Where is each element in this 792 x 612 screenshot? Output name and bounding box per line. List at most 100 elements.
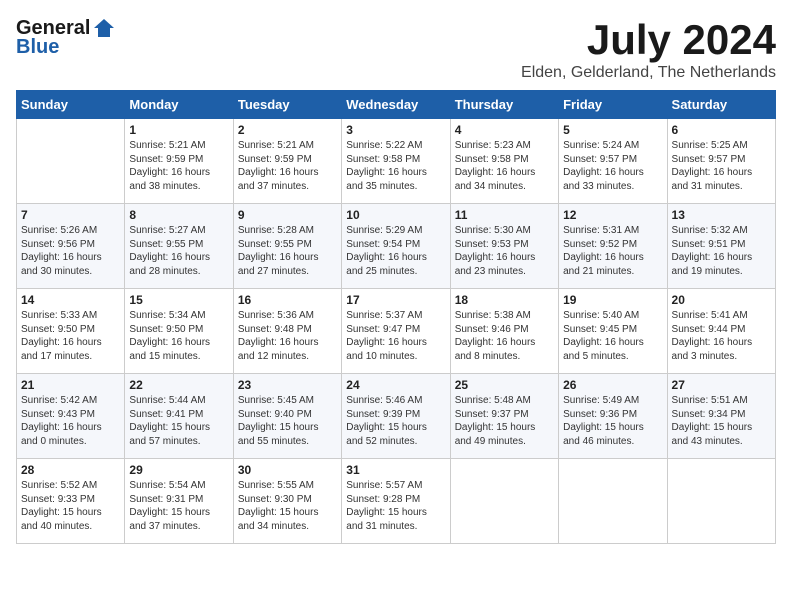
day-number: 19 bbox=[563, 293, 662, 307]
calendar-cell: 12Sunrise: 5:31 AM Sunset: 9:52 PM Dayli… bbox=[559, 204, 667, 289]
calendar-cell bbox=[17, 119, 125, 204]
day-info: Sunrise: 5:52 AM Sunset: 9:33 PM Dayligh… bbox=[21, 479, 120, 533]
calendar-cell: 24 Sunrise: 5:46 AM Sunset: 9:39 PM Dayli… bbox=[342, 374, 450, 459]
day-number: 27 bbox=[672, 378, 771, 392]
calendar-cell: 21 Sunrise: 5:42 AM Sunset: 9:43 PM Dayli… bbox=[17, 374, 125, 459]
calendar-cell: 5 Sunrise: 5:24 AM Sunset: 9:57 PM Daylig… bbox=[559, 119, 667, 204]
day-info: Sunrise: 5:48 AM Sunset: 9:37 PM Dayligh… bbox=[455, 394, 554, 448]
day-info: Sunrise: 5:37 AM Sunset: 9:47 PM Dayligh… bbox=[346, 309, 445, 363]
calendar-cell: 10 Sunrise: 5:29 AM Sunset: 9:54 PM Dayli… bbox=[342, 204, 450, 289]
weekday-header-wednesday: Wednesday bbox=[342, 91, 450, 119]
day-info: Sunrise: 5:49 AM Sunset: 9:36 PM Dayligh… bbox=[563, 394, 662, 448]
weekday-header-monday: Monday bbox=[125, 91, 233, 119]
weekday-header-sunday: Sunday bbox=[17, 91, 125, 119]
day-number: 11 bbox=[455, 208, 554, 222]
calendar-cell: 18 Sunrise: 5:38 AM Sunset: 9:46 PM Dayli… bbox=[450, 289, 558, 374]
calendar-cell: 16 Sunrise: 5:36 AM Sunset: 9:48 PM Dayli… bbox=[233, 289, 341, 374]
day-number: 10 bbox=[346, 208, 445, 222]
day-number: 31 bbox=[346, 463, 445, 477]
calendar-cell bbox=[559, 459, 667, 544]
day-info: Sunrise: 5:33 AM Sunset: 9:50 PM Dayligh… bbox=[21, 309, 120, 363]
calendar-cell: 30 Sunrise: 5:55 AM Sunset: 9:30 PM Dayli… bbox=[233, 459, 341, 544]
day-info: Sunrise: 5:29 AM Sunset: 9:54 PM Dayligh… bbox=[346, 224, 445, 278]
calendar-cell: 20 Sunrise: 5:41 AM Sunset: 9:44 PM Dayli… bbox=[667, 289, 775, 374]
day-info: Sunrise: 5:57 AM Sunset: 9:28 PM Dayligh… bbox=[346, 479, 445, 533]
day-info: Sunrise: 5:24 AM Sunset: 9:57 PM Dayligh… bbox=[563, 139, 662, 193]
day-info: Sunrise: 5:40 AM Sunset: 9:45 PM Dayligh… bbox=[563, 309, 662, 363]
calendar-cell: 9Sunrise: 5:28 AM Sunset: 9:55 PM Daylig… bbox=[233, 204, 341, 289]
day-info: Sunrise: 5:21 AM Sunset: 9:59 PM Dayligh… bbox=[238, 139, 337, 193]
calendar-cell: 11Sunrise: 5:30 AM Sunset: 9:53 PM Dayli… bbox=[450, 204, 558, 289]
calendar-cell bbox=[667, 459, 775, 544]
day-info: Sunrise: 5:26 AM Sunset: 9:56 PM Dayligh… bbox=[21, 224, 120, 278]
day-info: Sunrise: 5:41 AM Sunset: 9:44 PM Dayligh… bbox=[672, 309, 771, 363]
calendar-cell: 17Sunrise: 5:37 AM Sunset: 9:47 PM Dayli… bbox=[342, 289, 450, 374]
week-row-1: 1Sunrise: 5:21 AM Sunset: 9:59 PM Daylig… bbox=[17, 119, 776, 204]
calendar-cell: 14 Sunrise: 5:33 AM Sunset: 9:50 PM Dayli… bbox=[17, 289, 125, 374]
calendar-table: SundayMondayTuesdayWednesdayThursdayFrid… bbox=[16, 90, 776, 544]
day-number: 3 bbox=[346, 123, 445, 137]
calendar-cell: 15 Sunrise: 5:34 AM Sunset: 9:50 PM Dayli… bbox=[125, 289, 233, 374]
day-number: 25 bbox=[455, 378, 554, 392]
calendar-cell: 26 Sunrise: 5:49 AM Sunset: 9:36 PM Dayli… bbox=[559, 374, 667, 459]
day-number: 21 bbox=[21, 378, 120, 392]
day-info: Sunrise: 5:42 AM Sunset: 9:43 PM Dayligh… bbox=[21, 394, 120, 448]
day-number: 29 bbox=[129, 463, 228, 477]
day-info: Sunrise: 5:22 AM Sunset: 9:58 PM Dayligh… bbox=[346, 139, 445, 193]
calendar-cell: 13 Sunrise: 5:32 AM Sunset: 9:51 PM Dayli… bbox=[667, 204, 775, 289]
day-number: 20 bbox=[672, 293, 771, 307]
calendar-cell: 29 Sunrise: 5:54 AM Sunset: 9:31 PM Dayli… bbox=[125, 459, 233, 544]
calendar-cell: 8Sunrise: 5:27 AM Sunset: 9:55 PM Daylig… bbox=[125, 204, 233, 289]
day-number: 14 bbox=[21, 293, 120, 307]
day-info: Sunrise: 5:54 AM Sunset: 9:31 PM Dayligh… bbox=[129, 479, 228, 533]
calendar-cell: 31 Sunrise: 5:57 AM Sunset: 9:28 PM Dayli… bbox=[342, 459, 450, 544]
calendar-cell: 7 Sunrise: 5:26 AM Sunset: 9:56 PM Daylig… bbox=[17, 204, 125, 289]
calendar-cell: 23 Sunrise: 5:45 AM Sunset: 9:40 PM Dayli… bbox=[233, 374, 341, 459]
day-number: 16 bbox=[238, 293, 337, 307]
day-number: 7 bbox=[21, 208, 120, 222]
week-row-4: 21 Sunrise: 5:42 AM Sunset: 9:43 PM Dayli… bbox=[17, 374, 776, 459]
calendar-cell: 4 Sunrise: 5:23 AM Sunset: 9:58 PM Daylig… bbox=[450, 119, 558, 204]
location-title: Elden, Gelderland, The Netherlands bbox=[521, 64, 776, 82]
day-number: 18 bbox=[455, 293, 554, 307]
day-number: 13 bbox=[672, 208, 771, 222]
weekday-header-friday: Friday bbox=[559, 91, 667, 119]
day-number: 5 bbox=[563, 123, 662, 137]
weekday-header-saturday: Saturday bbox=[667, 91, 775, 119]
day-info: Sunrise: 5:45 AM Sunset: 9:40 PM Dayligh… bbox=[238, 394, 337, 448]
calendar-cell bbox=[450, 459, 558, 544]
day-number: 26 bbox=[563, 378, 662, 392]
day-info: Sunrise: 5:34 AM Sunset: 9:50 PM Dayligh… bbox=[129, 309, 228, 363]
logo: General Blue bbox=[16, 16, 116, 59]
day-info: Sunrise: 5:55 AM Sunset: 9:30 PM Dayligh… bbox=[238, 479, 337, 533]
calendar-cell: 1Sunrise: 5:21 AM Sunset: 9:59 PM Daylig… bbox=[125, 119, 233, 204]
day-number: 22 bbox=[129, 378, 228, 392]
calendar-cell: 2 Sunrise: 5:21 AM Sunset: 9:59 PM Daylig… bbox=[233, 119, 341, 204]
day-number: 2 bbox=[238, 123, 337, 137]
title-area: July 2024 Elden, Gelderland, The Netherl… bbox=[521, 16, 776, 82]
calendar-cell: 25 Sunrise: 5:48 AM Sunset: 9:37 PM Dayli… bbox=[450, 374, 558, 459]
day-number: 23 bbox=[238, 378, 337, 392]
day-info: Sunrise: 5:23 AM Sunset: 9:58 PM Dayligh… bbox=[455, 139, 554, 193]
day-info: Sunrise: 5:46 AM Sunset: 9:39 PM Dayligh… bbox=[346, 394, 445, 448]
calendar-cell: 27Sunrise: 5:51 AM Sunset: 9:34 PM Dayli… bbox=[667, 374, 775, 459]
weekday-header-row: SundayMondayTuesdayWednesdayThursdayFrid… bbox=[17, 91, 776, 119]
day-number: 15 bbox=[129, 293, 228, 307]
logo-icon bbox=[92, 16, 116, 40]
day-info: Sunrise: 5:28 AM Sunset: 9:55 PM Dayligh… bbox=[238, 224, 337, 278]
logo-blue-text: Blue bbox=[16, 36, 59, 59]
day-info: Sunrise: 5:25 AM Sunset: 9:57 PM Dayligh… bbox=[672, 139, 771, 193]
header: General Blue July 2024 Elden, Gelderland… bbox=[16, 16, 776, 82]
day-number: 30 bbox=[238, 463, 337, 477]
month-title: July 2024 bbox=[521, 16, 776, 64]
calendar-cell: 6Sunrise: 5:25 AM Sunset: 9:57 PM Daylig… bbox=[667, 119, 775, 204]
week-row-5: 28Sunrise: 5:52 AM Sunset: 9:33 PM Dayli… bbox=[17, 459, 776, 544]
day-number: 4 bbox=[455, 123, 554, 137]
calendar-cell: 22Sunrise: 5:44 AM Sunset: 9:41 PM Dayli… bbox=[125, 374, 233, 459]
day-info: Sunrise: 5:32 AM Sunset: 9:51 PM Dayligh… bbox=[672, 224, 771, 278]
day-info: Sunrise: 5:36 AM Sunset: 9:48 PM Dayligh… bbox=[238, 309, 337, 363]
day-info: Sunrise: 5:38 AM Sunset: 9:46 PM Dayligh… bbox=[455, 309, 554, 363]
day-info: Sunrise: 5:27 AM Sunset: 9:55 PM Dayligh… bbox=[129, 224, 228, 278]
day-number: 24 bbox=[346, 378, 445, 392]
week-row-2: 7 Sunrise: 5:26 AM Sunset: 9:56 PM Daylig… bbox=[17, 204, 776, 289]
